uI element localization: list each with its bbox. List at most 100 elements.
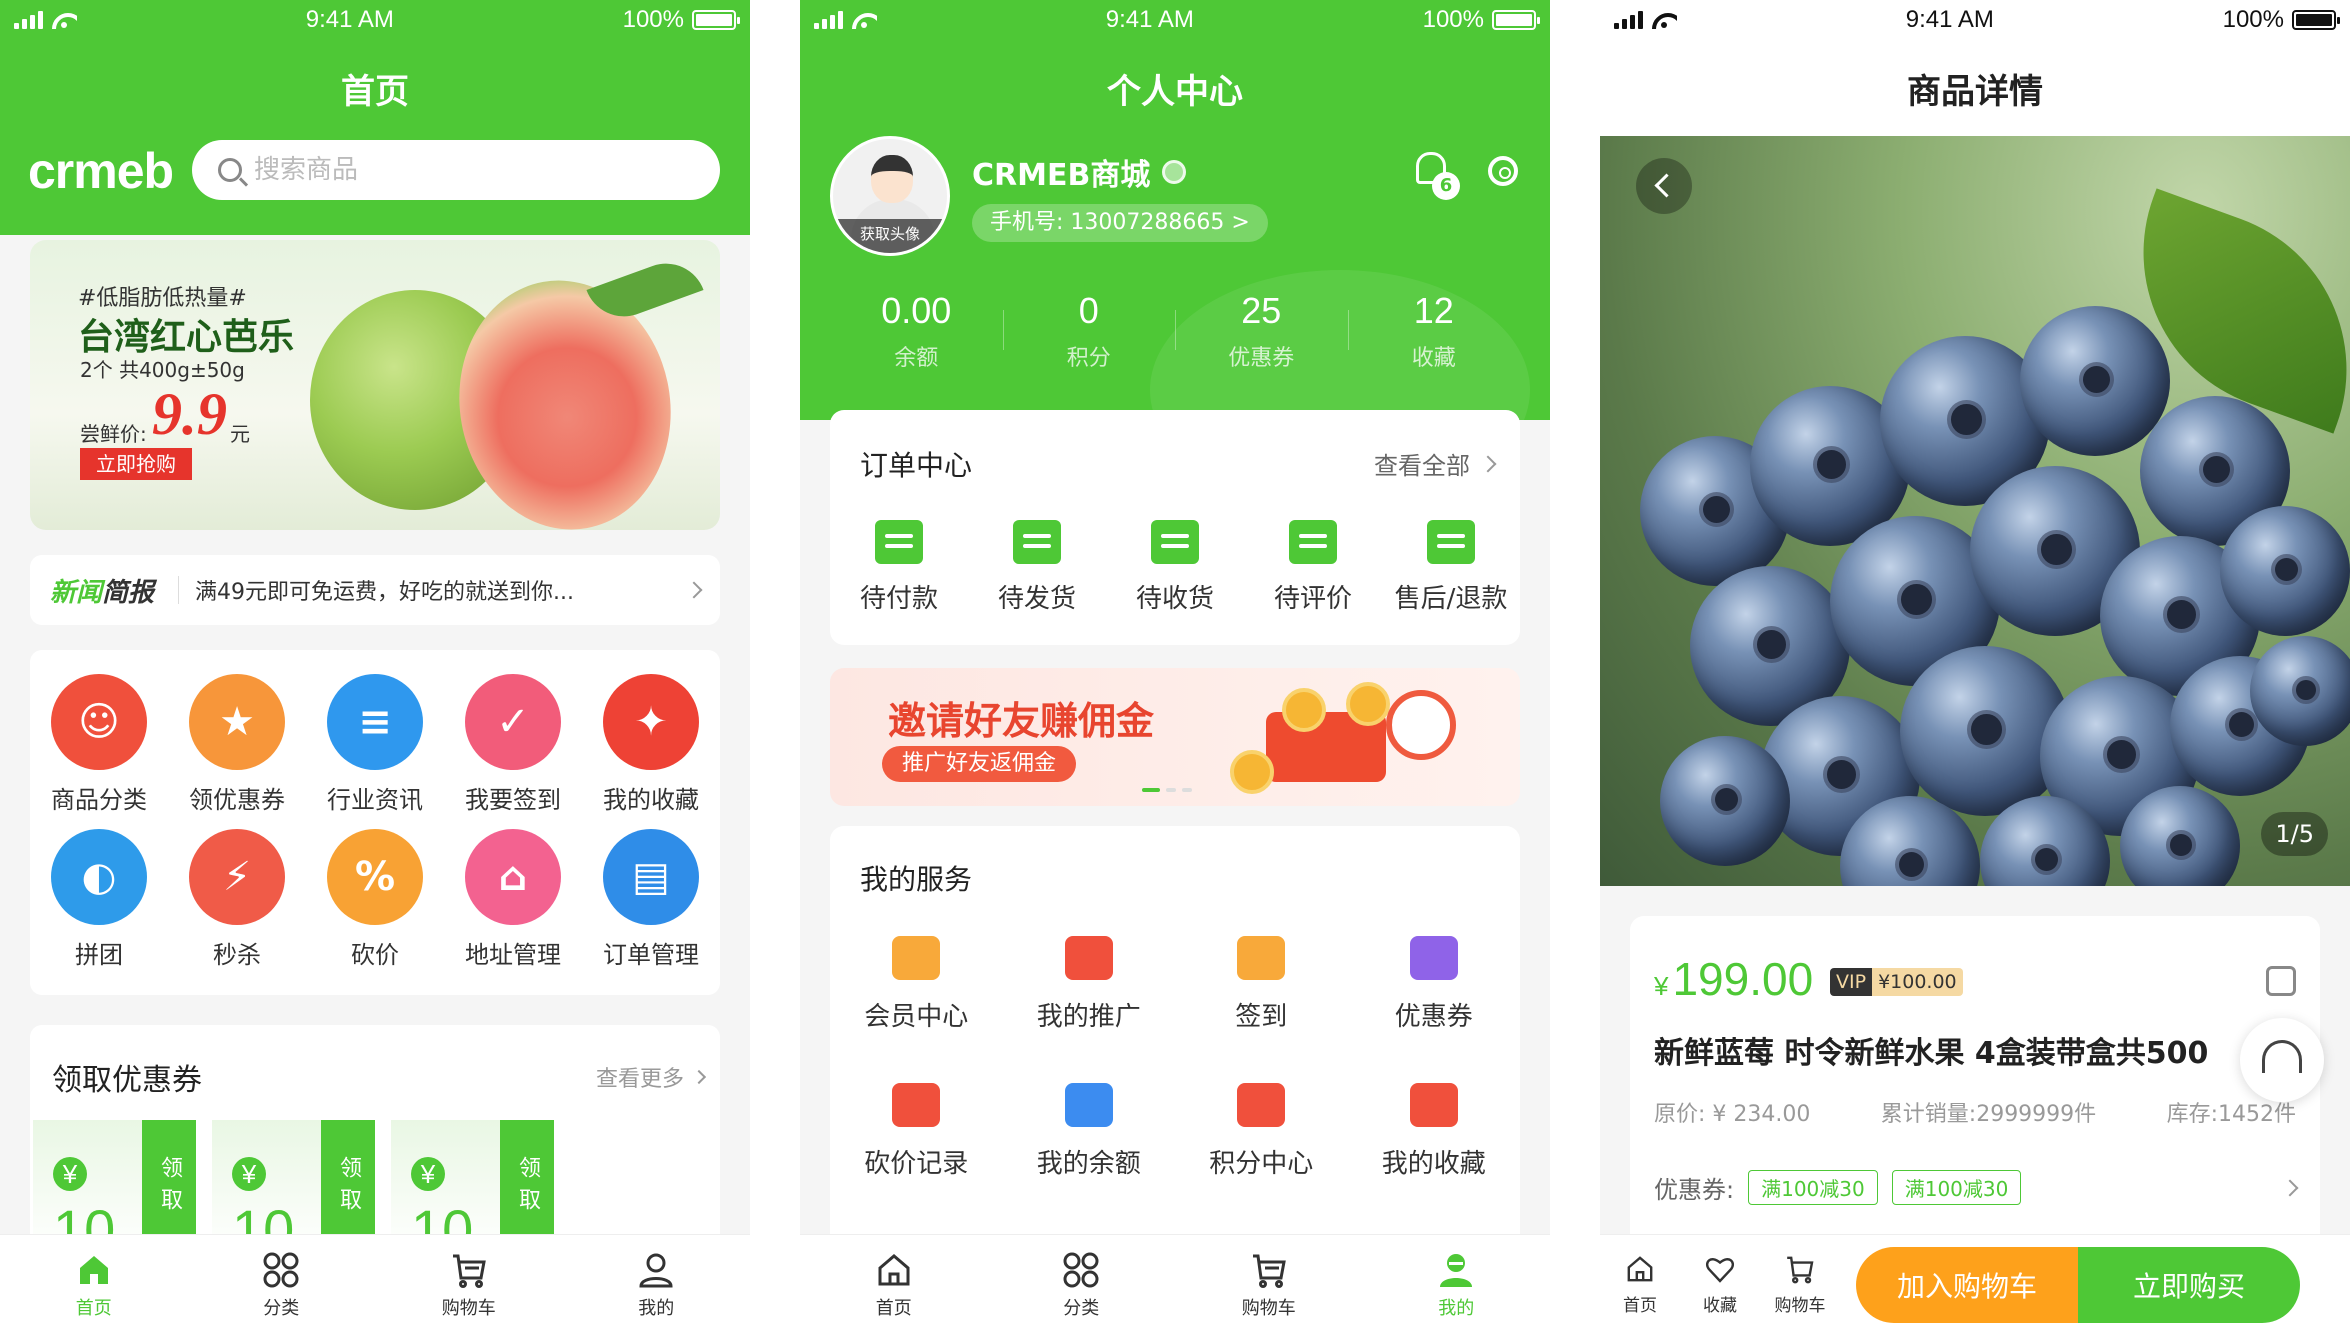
battery-icon: [691, 10, 740, 30]
avatar[interactable]: 获取头像: [830, 136, 950, 256]
tab-home[interactable]: 首页: [0, 1235, 188, 1334]
back-button[interactable]: [1636, 158, 1692, 214]
quick-menu-item[interactable]: ✓ 我要签到: [444, 674, 582, 829]
product-detail-screen: 9:41 AM 100% 商品详情 1/5 ¥199.00 VIP ¥100.00…: [1600, 0, 2350, 1334]
member-badge-icon: [1162, 160, 1187, 184]
banner-spec: 2个 共400g±50g: [80, 358, 245, 382]
service-item[interactable]: 会员中心: [830, 936, 1003, 1033]
service-item[interactable]: 我的收藏: [1348, 1083, 1521, 1180]
phone-number[interactable]: 手机号: 13007288665 >: [972, 204, 1268, 242]
chevron-right-icon: [691, 1069, 707, 1085]
account-stats: 0.00 余额 0 积分 25 优惠券 12 收藏: [830, 290, 1520, 372]
tab-home[interactable]: 首页: [800, 1235, 988, 1334]
tab-cart[interactable]: 购物车: [375, 1235, 563, 1334]
bar-home-button[interactable]: 首页: [1600, 1253, 1680, 1316]
gear-icon[interactable]: [1488, 156, 1518, 186]
user-icon: [639, 1253, 673, 1287]
service-item[interactable]: 积分中心: [1175, 1083, 1348, 1180]
wifi-icon: [851, 11, 877, 29]
quick-menu-item[interactable]: ⚡ 秒杀: [168, 828, 306, 984]
tab-bar: 首页 分类 购物车 我的: [0, 1234, 750, 1334]
coupon-more-link[interactable]: 查看更多: [596, 1061, 707, 1093]
order-status-label: 待收货: [1135, 584, 1214, 614]
stat-item[interactable]: 0 积分: [1002, 290, 1176, 372]
wifi-icon: [1651, 11, 1677, 29]
order-status-item[interactable]: 售后/退款: [1382, 520, 1520, 615]
discount-icon: [892, 1083, 941, 1127]
stat-item[interactable]: 25 优惠券: [1175, 290, 1348, 372]
heart-icon: [1705, 1258, 1735, 1283]
tab-mine[interactable]: 我的: [1363, 1235, 1551, 1334]
service-label: 会员中心: [864, 1002, 969, 1032]
service-item[interactable]: 我的余额: [1003, 1083, 1176, 1180]
banner-price-label: 尝鲜价:: [80, 422, 147, 446]
order-status-item[interactable]: 待发货: [968, 520, 1106, 615]
invite-banner[interactable]: 邀请好友赚佣金 推广好友返佣金: [830, 668, 1520, 806]
crown-icon: [892, 936, 941, 980]
service-label: 我的推广: [1036, 1002, 1141, 1032]
promo-banner[interactable]: #低脂肪低热量# 台湾红心芭乐 2个 共400g±50g 尝鲜价: 9.9 元 …: [30, 240, 720, 530]
search-bar[interactable]: [192, 140, 720, 200]
battery-percent: 100%: [1422, 6, 1484, 33]
order-status-label: 待发货: [997, 584, 1076, 614]
quick-menu-item[interactable]: % 砍价: [306, 828, 444, 984]
battery-icon: [2291, 10, 2340, 30]
product-image-gallery[interactable]: [1600, 136, 2350, 886]
service-label: 签到: [1235, 1002, 1288, 1032]
purchase-bar: 首页 收藏 购物车 加入购物车 立即购买: [1600, 1234, 2350, 1334]
service-item[interactable]: 我的推广: [1003, 936, 1176, 1033]
coupon-tag: 满100减30: [1891, 1170, 2022, 1205]
add-to-cart-button[interactable]: 加入购物车: [1856, 1246, 2078, 1323]
quick-menu-item[interactable]: ★ 领优惠券: [168, 674, 306, 829]
quick-menu-item[interactable]: ≡ 行业资讯: [306, 674, 444, 829]
share-icon[interactable]: [2266, 966, 2296, 996]
cart-icon: [452, 1254, 486, 1288]
bar-favorite-button[interactable]: 收藏: [1680, 1253, 1760, 1316]
customer-service-icon[interactable]: [2240, 1018, 2324, 1102]
view-all-orders-link[interactable]: 查看全部: [1374, 446, 1497, 481]
quick-menu-item[interactable]: ◐ 拼团: [30, 828, 168, 984]
quick-menu-item[interactable]: ☺ 商品分类: [30, 674, 168, 829]
news-ticker[interactable]: 新闻简报 满49元即可免运费，好吃的就送到你...: [30, 555, 720, 625]
service-item[interactable]: 优惠券: [1348, 936, 1521, 1033]
order-status-item[interactable]: 待评价: [1244, 520, 1382, 615]
menu-item-label: 我要签到: [465, 786, 561, 814]
service-item[interactable]: 签到: [1175, 936, 1348, 1033]
invite-title: 邀请好友赚佣金: [888, 699, 1155, 743]
quick-menu-item[interactable]: ✦ 我的收藏: [582, 674, 720, 829]
tab-category[interactable]: 分类: [188, 1235, 376, 1334]
service-item[interactable]: 砍价记录: [830, 1083, 1003, 1180]
search-input[interactable]: [254, 155, 654, 185]
profile-screen: 9:41 AM 100% 个人中心 获取头像 CRMEB商城 手机号: 1300…: [800, 0, 1550, 1334]
stat-item[interactable]: 12 收藏: [1347, 290, 1521, 372]
menu-item-label: 行业资讯: [327, 786, 423, 814]
invite-button[interactable]: 推广好友返佣金: [882, 746, 1077, 782]
order-center-title: 订单中心: [860, 449, 973, 482]
user-icon: [1440, 1253, 1473, 1287]
buy-now-button[interactable]: 立即购买: [2078, 1246, 2300, 1323]
menu-item-label: 领优惠券: [189, 786, 285, 814]
order-status-item[interactable]: 待收货: [1106, 520, 1244, 615]
stat-item[interactable]: 0.00 余额: [830, 290, 1003, 372]
page-title: 商品详情: [1907, 72, 2043, 112]
ticket-icon: [1409, 936, 1458, 980]
bar-cart-button[interactable]: 购物车: [1760, 1253, 1840, 1316]
coupon-row[interactable]: 优惠券: 满100减30 满100减30: [1654, 1170, 2299, 1205]
tab-category[interactable]: 分类: [988, 1235, 1176, 1334]
banner-buy-button[interactable]: 立即抢购: [80, 448, 192, 480]
tab-cart[interactable]: 购物车: [1175, 1235, 1363, 1334]
my-services: 我的服务 会员中心 我的推广 签到 优惠券砍价记录 我的余额 积分中心 我的收藏: [830, 826, 1520, 1246]
quick-menu-item[interactable]: ▤ 订单管理: [582, 828, 720, 984]
service-label: 我的余额: [1036, 1149, 1141, 1179]
quick-menu-item[interactable]: ⌂ 地址管理: [444, 828, 582, 984]
coupon-label: 优惠券:: [1654, 1176, 1735, 1204]
order-status-item[interactable]: 待付款: [830, 520, 968, 615]
rocket-icon: [1064, 936, 1113, 980]
services-title: 我的服务: [860, 863, 973, 896]
blueberry-image: [2220, 506, 2350, 636]
home-icon: [79, 1255, 108, 1284]
menu-item-icon: ◐: [51, 828, 147, 925]
blueberry-image: [2020, 306, 2170, 456]
tab-mine[interactable]: 我的: [563, 1235, 751, 1334]
menu-item-icon: ★: [189, 674, 285, 770]
